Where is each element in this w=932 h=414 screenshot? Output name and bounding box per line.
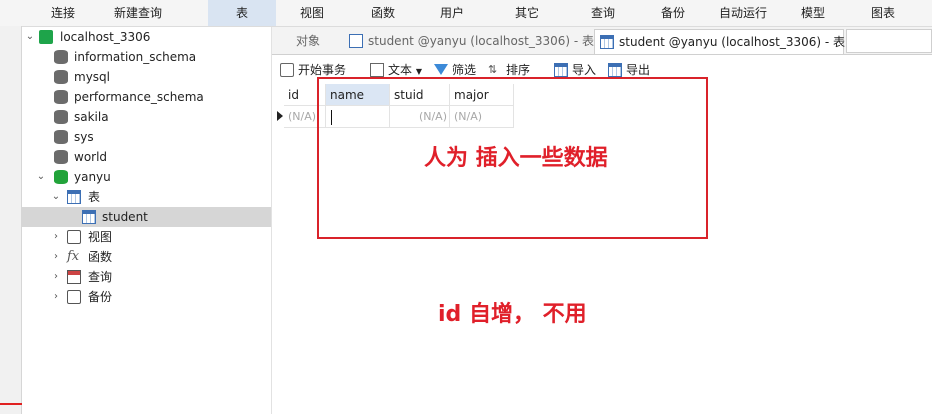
object-tree: ⌄ localhost_3306 information_schema mysq… (22, 27, 272, 414)
table-icon (67, 190, 81, 204)
menu-new-query[interactable]: 新建查询 (100, 0, 176, 26)
db-label: sys (74, 130, 94, 144)
tree-db-world[interactable]: world (22, 147, 272, 167)
tree-db-information-schema[interactable]: information_schema (22, 47, 272, 67)
tree-group-tables[interactable]: ⌄ 表 (22, 187, 272, 207)
current-row-indicator-icon (277, 111, 283, 121)
tree-table-student[interactable]: student (22, 207, 271, 227)
group-label: 备份 (88, 290, 113, 304)
chevron-right-icon[interactable]: › (50, 247, 62, 267)
database-icon (54, 170, 68, 184)
menu-other[interactable]: 其它 (499, 0, 555, 26)
transaction-icon (280, 63, 294, 77)
filter-icon (434, 64, 448, 75)
menu-table[interactable]: 表 (208, 0, 276, 26)
chevron-right-icon[interactable]: › (50, 227, 62, 247)
db-label: yanyu (74, 170, 111, 184)
annotation-id-note: id 自增， 不用 (438, 302, 587, 327)
button-label: 开始事务 (298, 63, 347, 77)
tree-db-performance-schema[interactable]: performance_schema (22, 87, 272, 107)
group-label: 表 (88, 190, 101, 204)
menu-query[interactable]: 查询 (575, 0, 631, 26)
button-label: 筛选 (452, 63, 477, 77)
text-icon (370, 63, 384, 77)
tree-db-sys[interactable]: sys (22, 127, 272, 147)
chevron-down-icon[interactable]: ⌄ (50, 187, 62, 207)
menu-view[interactable]: 视图 (284, 0, 340, 26)
tab-label: student @yanyu (localhost_3306) - 表 (368, 34, 594, 48)
background-window-edge (0, 26, 22, 414)
database-icon (54, 110, 68, 124)
tree-db-sakila[interactable]: sakila (22, 107, 272, 127)
database-icon (54, 70, 68, 84)
tree-db-yanyu[interactable]: ⌄ yanyu (22, 167, 272, 187)
group-label: 视图 (88, 230, 113, 244)
button-label: 导出 (626, 63, 651, 77)
export-icon (608, 63, 622, 77)
chevron-down-icon[interactable]: ⌄ (24, 27, 36, 47)
tree-db-mysql[interactable]: mysql (22, 67, 272, 87)
annotation-manual-insert: 人为 插入一些数据 (424, 146, 608, 171)
connection-label: localhost_3306 (60, 30, 151, 44)
db-label: performance_schema (74, 90, 204, 104)
chevron-right-icon[interactable]: › (50, 287, 62, 307)
import-icon (554, 63, 568, 77)
backup-icon (67, 290, 81, 304)
tab-table-design[interactable]: student @yanyu (localhost_3306) - 表 (344, 29, 594, 54)
main-menu-bar: 连接 新建查询 表 视图 函数 用户 其它 查询 备份 自动运行 模型 图表 (0, 0, 932, 27)
tab-label: student @yanyu (localhost_3306) - 表 (619, 35, 845, 49)
menu-function[interactable]: 函数 (355, 0, 411, 26)
db-label: information_schema (74, 50, 197, 64)
db-label: sakila (74, 110, 109, 124)
tree-group-views[interactable]: › 视图 (22, 227, 272, 247)
connection-icon (39, 30, 53, 44)
function-icon: fx (67, 249, 80, 264)
menu-model[interactable]: 模型 (785, 0, 841, 26)
design-table-icon (349, 34, 363, 48)
db-label: mysql (74, 70, 110, 84)
tree-connection[interactable]: ⌄ localhost_3306 (22, 27, 272, 47)
tree-group-functions[interactable]: › fx 函数 (22, 247, 272, 267)
chevron-down-icon[interactable]: ⌄ (35, 167, 47, 187)
search-input[interactable] (846, 29, 932, 53)
table-label: student (102, 210, 148, 224)
menu-chart[interactable]: 图表 (855, 0, 911, 26)
button-label: 排序 (506, 63, 531, 77)
db-label: world (74, 150, 108, 164)
group-label: 查询 (88, 270, 113, 284)
database-icon (54, 50, 68, 64)
red-underline (0, 403, 22, 405)
view-icon (67, 230, 81, 244)
tree-group-queries[interactable]: › 查询 (22, 267, 272, 287)
button-label: 文本 (388, 63, 413, 77)
tab-objects[interactable]: 对象 (272, 29, 344, 54)
table-icon (82, 210, 96, 224)
dropdown-arrow-icon: ▼ (415, 67, 422, 76)
query-icon (67, 270, 81, 284)
chevron-right-icon[interactable]: › (50, 267, 62, 287)
menu-connect[interactable]: 连接 (38, 0, 88, 26)
menu-automation[interactable]: 自动运行 (712, 0, 774, 26)
menu-user[interactable]: 用户 (424, 0, 480, 26)
database-icon (54, 90, 68, 104)
database-icon (54, 130, 68, 144)
tab-table-data[interactable]: student @yanyu (localhost_3306) - 表 (594, 29, 845, 54)
table-icon (600, 35, 614, 49)
group-label: 函数 (88, 250, 113, 264)
tree-group-backups[interactable]: › 备份 (22, 287, 272, 307)
database-icon (54, 150, 68, 164)
tab-bar: 对象 student @yanyu (localhost_3306) - 表 s… (272, 27, 932, 55)
button-label: 导入 (572, 63, 597, 77)
sort-icon: ⇅ (488, 63, 498, 76)
menu-backup[interactable]: 备份 (645, 0, 701, 26)
